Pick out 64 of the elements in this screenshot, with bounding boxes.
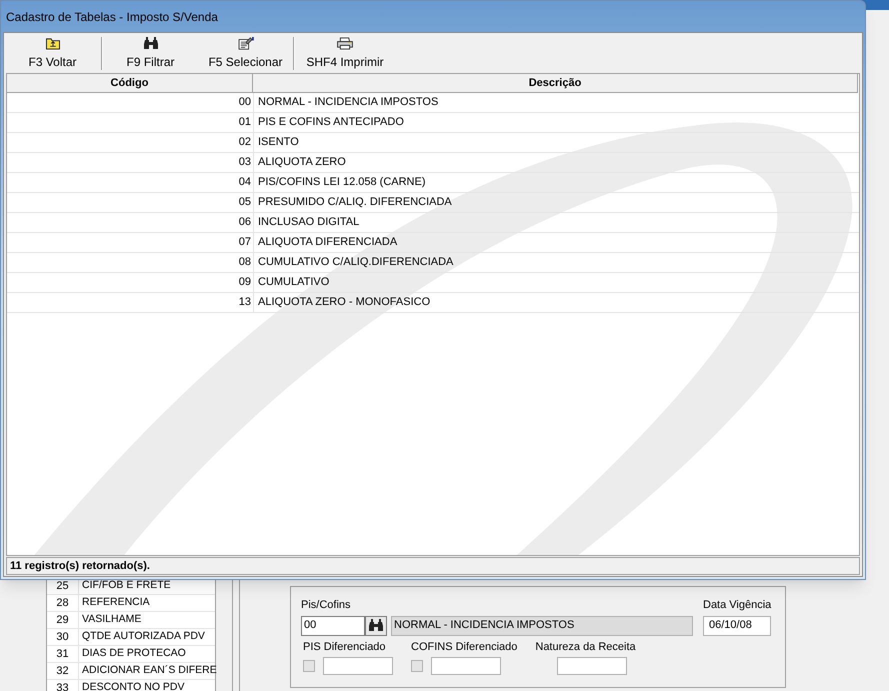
list-cell-text: REFERENCIA <box>81 595 151 610</box>
toolbar-button[interactable]: F3 Voltar <box>4 36 101 71</box>
field-value: 00 <box>304 618 316 634</box>
toolbar-button[interactable]: F5 Selecionar <box>198 36 293 71</box>
list-cell: 30 <box>47 629 79 645</box>
document-icon <box>236 37 254 50</box>
table-cell: PIS/COFINS LEI 12.058 (CARNE) <box>253 173 859 192</box>
column-header[interactable]: Descrição <box>253 74 858 93</box>
table-cell: NORMAL - INCIDENCIA IMPOSTOS <box>253 93 859 112</box>
window-title: Cadastro de Tabelas - Imposto S/Venda <box>6 8 218 26</box>
status-text: 11 registro(s) retornado(s). <box>10 558 150 574</box>
table-cell-text: 09 <box>238 275 252 290</box>
field-label: PIS Diferenciado <box>303 640 387 654</box>
input-field[interactable] <box>431 657 501 675</box>
table-cell: ISENTO <box>253 133 859 152</box>
table-cell-text: 08 <box>238 255 252 270</box>
printer-icon <box>336 37 354 50</box>
list-cell-text: VASILHAME <box>81 612 142 628</box>
list-cell-text: CIF/FOB E FRETE <box>81 578 172 594</box>
table-cell-text: 07 <box>238 235 252 250</box>
table-cell-text: 13 <box>238 295 252 310</box>
list-cell: 29 <box>47 612 79 628</box>
table-cell-text: 02 <box>238 135 252 150</box>
search-button[interactable] <box>365 616 387 636</box>
field-label: Natureza da Receita <box>535 640 636 654</box>
list-cell-text: QTDE AUTORIZADA PDV <box>81 629 206 644</box>
checkbox[interactable] <box>411 660 423 672</box>
table-cell: CUMULATIVO <box>253 273 859 292</box>
list-cell-text: ADICIONAR EAN´S DIFERE <box>81 663 215 678</box>
field-label: Pis/Cofins <box>301 598 352 613</box>
field-label: Data Vigência <box>703 598 772 613</box>
folder-icon <box>44 37 60 50</box>
input-field[interactable] <box>323 657 393 675</box>
table-cell: CUMULATIVO C/ALIQ.DIFERENCIADA <box>253 253 859 272</box>
table-cell: PIS E COFINS ANTECIPADO <box>253 113 859 132</box>
toolbar-button[interactable]: SHF4 Imprimir <box>295 36 395 71</box>
table-cell-text: 01 <box>238 115 252 130</box>
table-cell-text: 00 <box>238 95 252 110</box>
table-cell-text: 05 <box>238 195 252 210</box>
table-cell: ALIQUOTA DIFERENCIADA <box>253 233 859 252</box>
list-cell-text: DESCONTO NO PDV <box>81 680 186 691</box>
table-cell: PRESUMIDO C/ALIQ. DIFERENCIADA <box>253 193 859 212</box>
field-label: COFINS Diferenciado <box>411 640 518 654</box>
table-cell: INCLUSAO DIGITAL <box>253 213 859 232</box>
table-cell: ALIQUOTA ZERO <box>253 153 859 172</box>
field-value: 06/10/08 <box>709 618 752 634</box>
date-field[interactable]: 06/10/08 <box>703 616 771 636</box>
checkbox[interactable] <box>303 660 315 672</box>
column-header[interactable]: Código <box>7 74 253 93</box>
list-cell: 32 <box>47 663 79 679</box>
table-cell-text: 03 <box>238 155 252 170</box>
binoculars-icon <box>368 619 384 632</box>
binoculars-icon <box>142 37 158 50</box>
toolbar-button[interactable]: F9 Filtrar <box>103 36 198 71</box>
list-cell: 28 <box>47 595 79 611</box>
table-cell-text: 04 <box>238 175 252 190</box>
list-cell: 31 <box>47 646 79 662</box>
list-cell-text: DIAS DE PROTECAO <box>81 646 187 662</box>
input-field[interactable] <box>557 657 628 675</box>
table-cell-text: 06 <box>238 215 252 230</box>
table-cell: ALIQUOTA ZERO - MONOFASICO <box>253 293 859 312</box>
list-cell: 33 <box>47 680 79 691</box>
code-field[interactable]: 00 <box>301 616 365 636</box>
description-field: NORMAL - INCIDENCIA IMPOSTOS <box>391 616 693 636</box>
